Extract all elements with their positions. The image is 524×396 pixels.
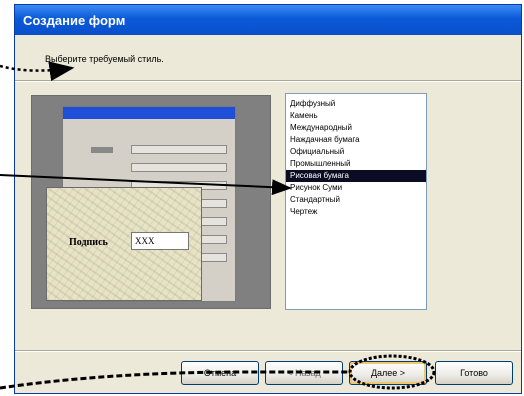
next-button[interactable]: Далее > bbox=[349, 361, 427, 385]
cancel-button[interactable]: Отмена bbox=[181, 361, 259, 385]
style-list-item[interactable]: Официальный bbox=[286, 146, 426, 158]
style-list-item[interactable]: Международный bbox=[286, 122, 426, 134]
back-button[interactable]: < Назад bbox=[265, 361, 343, 385]
style-list-item[interactable]: Диффузный bbox=[286, 98, 426, 110]
preview-front-form: Подпись XXX bbox=[46, 187, 202, 301]
style-list-item[interactable]: Рисунок Суми bbox=[286, 182, 426, 194]
style-preview: Подпись XXX bbox=[31, 95, 271, 309]
dialog-title: Создание форм bbox=[23, 12, 126, 28]
style-listbox[interactable]: Диффузный Камень Международный Наждачная бу… bbox=[285, 93, 427, 310]
preview-title-bar bbox=[63, 107, 235, 119]
footer-divider bbox=[15, 350, 521, 352]
preview-field bbox=[131, 145, 227, 154]
style-list-item[interactable]: Чертеж bbox=[286, 206, 426, 218]
preview-field bbox=[131, 163, 227, 172]
style-list-item[interactable]: Промышленный bbox=[286, 158, 426, 170]
preview-label bbox=[91, 147, 113, 153]
finish-button[interactable]: Готово bbox=[435, 361, 513, 385]
form-wizard-dialog: Создание форм Выберите требуемый стиль. … bbox=[14, 4, 522, 394]
style-list-item[interactable]: Наждачная бумага bbox=[286, 134, 426, 146]
style-list-item[interactable]: Рисовая бумага bbox=[286, 170, 426, 182]
preview-sample-field: XXX bbox=[131, 232, 189, 250]
style-list-item[interactable]: Стандартный bbox=[286, 194, 426, 206]
header-divider bbox=[15, 80, 521, 82]
instruction-text: Выберите требуемый стиль. bbox=[45, 54, 164, 64]
dialog-title-bar[interactable]: Создание форм bbox=[15, 5, 521, 35]
preview-caption: Подпись bbox=[69, 237, 108, 248]
style-list-item[interactable]: Камень bbox=[286, 110, 426, 122]
